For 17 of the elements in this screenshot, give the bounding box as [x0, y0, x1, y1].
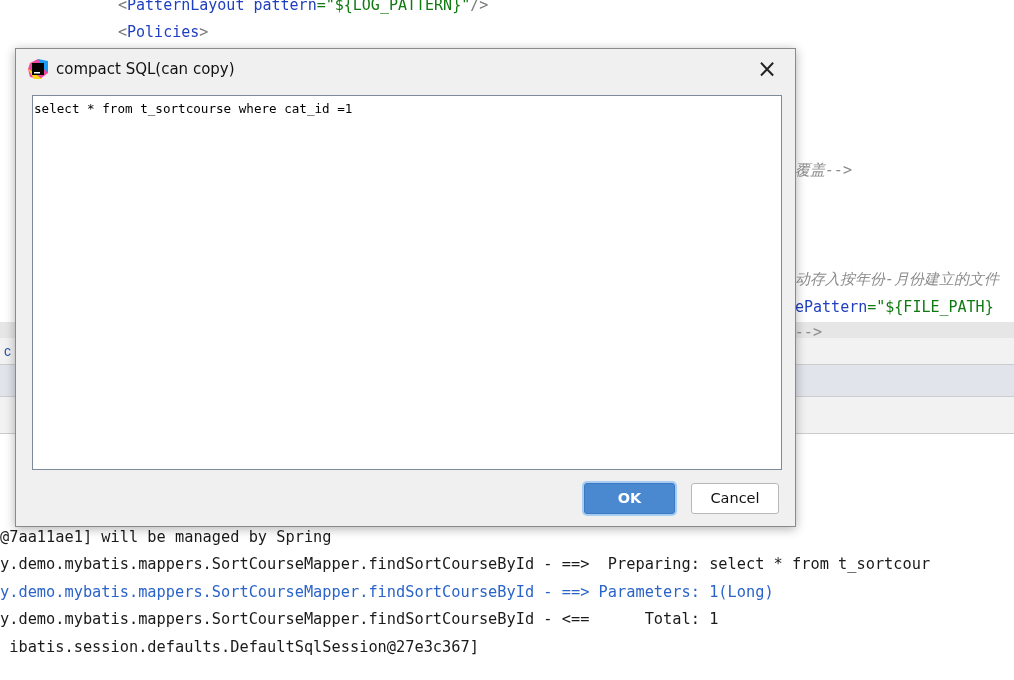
log-line: @7aa11ae1] will be managed by Spring [0, 527, 332, 548]
code-line: 覆盖--> [795, 160, 853, 179]
log-line: ibatis.session.defaults.DefaultSqlSession@27e3c367] [8, 636, 479, 658]
code-line: ePattern="${FILE_PATH} [795, 297, 994, 316]
code-line: <Policies> [118, 23, 209, 42]
close-button[interactable]: × [747, 52, 787, 86]
cancel-button[interactable]: Cancel [691, 483, 779, 514]
sql-text-area[interactable]: select * from t_sortcourse where cat_id =1 [32, 95, 782, 470]
log-line: y.demo.mybatis.mappers.SortCourseMapper.findSortCourseById - <== Total: 1 [0, 609, 719, 631]
ok-button[interactable]: OK [584, 483, 675, 514]
app-icon [28, 59, 48, 79]
code-line: 动存入按年份-月份建立的文件 [795, 270, 1000, 289]
log-line: y.demo.mybatis.mappers.SortCourseMapper.findSortCourseById - ==> Preparing: select * from t_sortcour [0, 554, 931, 576]
dialog-title: compact SQL(can copy) [56, 58, 235, 80]
code-line: --> [795, 322, 823, 338]
log-link[interactable]: y.demo.mybatis.mappers.SortCourseMapper.findSortCourseById - ==> Parameters: 1(Long) [0, 578, 774, 607]
tool-window-tab[interactable]: c [4, 343, 11, 359]
